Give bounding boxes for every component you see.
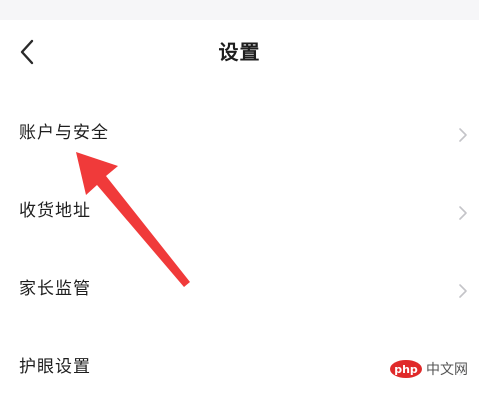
status-bar-strip — [0, 0, 479, 20]
settings-item-label: 收货地址 — [19, 201, 91, 221]
chevron-right-icon — [459, 284, 467, 298]
settings-item-label: 账户与安全 — [19, 123, 109, 143]
settings-item-account-security[interactable]: 账户与安全 — [0, 96, 479, 174]
nav-header: 设置 — [0, 20, 479, 84]
back-button[interactable] — [10, 32, 44, 72]
chevron-right-icon — [459, 206, 467, 220]
watermark: php 中文网 — [386, 357, 471, 381]
watermark-text: 中文网 — [426, 362, 468, 378]
settings-item-parental-control[interactable]: 家长监管 — [0, 252, 479, 330]
settings-item-shipping-address[interactable]: 收货地址 — [0, 174, 479, 252]
php-logo: php — [390, 360, 422, 378]
page-title: 设置 — [218, 40, 261, 64]
chevron-left-icon — [20, 39, 34, 65]
settings-item-label: 护眼设置 — [19, 357, 91, 377]
settings-item-label: 家长监管 — [19, 279, 91, 299]
chevron-right-icon — [459, 128, 467, 142]
svg-text:php: php — [394, 363, 418, 376]
